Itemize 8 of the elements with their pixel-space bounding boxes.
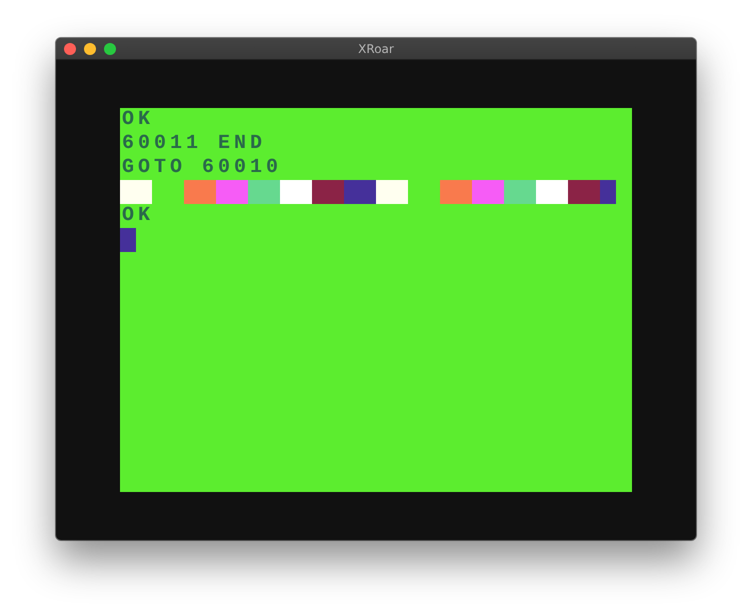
- screen-text: 60011 END: [121, 132, 266, 156]
- screen-text: OK: [121, 108, 154, 132]
- window-title: XRoar: [358, 42, 394, 56]
- close-button[interactable]: [64, 43, 76, 55]
- screen-text: GOTO 60010: [121, 156, 282, 180]
- zoom-button[interactable]: [104, 43, 116, 55]
- screen-text: OK: [121, 204, 154, 228]
- minimize-button[interactable]: [84, 43, 96, 55]
